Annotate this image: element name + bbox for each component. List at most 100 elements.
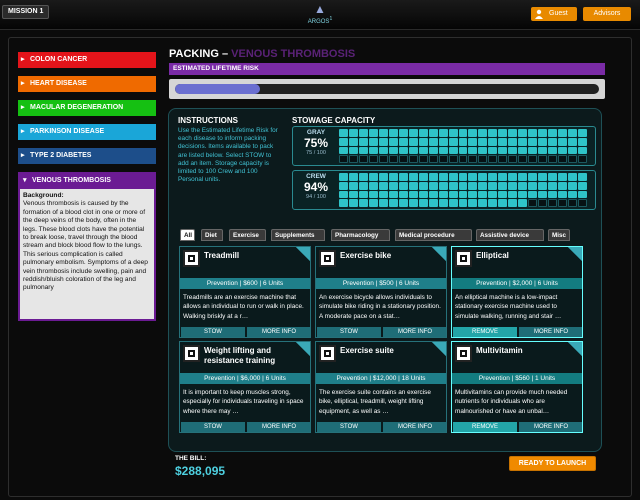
capacity-unit-filled bbox=[488, 129, 498, 137]
guest-button[interactable]: Guest bbox=[531, 7, 577, 21]
stow-button[interactable]: STOW bbox=[317, 422, 381, 432]
argos-logo: ▲ ARGOS1 bbox=[303, 2, 337, 25]
sidebar-item-parkinson-disease[interactable]: ▸ PARKINSON DISEASE bbox=[18, 124, 156, 140]
capacity-unit-filled bbox=[418, 181, 428, 190]
capacity-unit-filled bbox=[358, 137, 368, 146]
capacity-unit-filled bbox=[488, 190, 498, 199]
item-card-weight-lifting[interactable]: Weight lifting and resistance training P… bbox=[179, 341, 311, 433]
capacity-unit-filled bbox=[448, 173, 458, 181]
more-info-button[interactable]: MORE INFO bbox=[519, 327, 582, 337]
sidebar-item-type-2-diabetes[interactable]: ▸ TYPE 2 DIABETES bbox=[18, 148, 156, 164]
capacity-unit-filled bbox=[448, 137, 458, 146]
capacity-unit-empty bbox=[408, 155, 418, 163]
risk-label: ESTIMATED LIFETIME RISK bbox=[169, 63, 605, 75]
capacity-unit-filled bbox=[438, 173, 448, 181]
tab-diet[interactable]: Diet bbox=[201, 229, 223, 241]
crew-capacity-grid bbox=[339, 173, 587, 207]
disease-label: VENOUS THROMBOSIS bbox=[32, 177, 111, 184]
tab-misc[interactable]: Misc bbox=[548, 229, 570, 241]
capacity-unit-filled bbox=[548, 181, 558, 190]
capacity-unit-empty bbox=[358, 155, 368, 163]
more-info-button[interactable]: MORE INFO bbox=[383, 422, 446, 432]
active-disease-header[interactable]: ▾ VENOUS THROMBOSIS bbox=[20, 174, 154, 189]
capacity-count: 94 / 100 bbox=[306, 194, 326, 200]
risk-meter-fill bbox=[175, 84, 260, 94]
capacity-unit-empty bbox=[498, 155, 508, 163]
capacity-unit-filled bbox=[428, 129, 438, 137]
sidebar-item-colon-cancer[interactable]: ▸ COLON CANCER bbox=[18, 52, 156, 68]
item-card-exercise-suite[interactable]: Exercise suite Prevention | $12,000 | 18… bbox=[315, 341, 447, 433]
capacity-unit-filled bbox=[558, 146, 568, 155]
capacity-unit-filled bbox=[478, 129, 488, 137]
sidebar-item-macular-degeneration[interactable]: ▸ MACULAR DEGENERATION bbox=[18, 100, 156, 116]
capacity-unit-empty bbox=[378, 155, 388, 163]
tab-supplements[interactable]: Supplements bbox=[271, 229, 325, 241]
capacity-unit-filled bbox=[478, 146, 488, 155]
capacity-unit-empty bbox=[548, 155, 558, 163]
ready-to-launch-button[interactable]: READY TO LAUNCH bbox=[509, 456, 596, 471]
capacity-unit-filled bbox=[508, 190, 518, 199]
exercise-suite-icon bbox=[319, 345, 336, 362]
capacity-unit-filled bbox=[528, 137, 538, 146]
capacity-unit-filled bbox=[368, 190, 378, 199]
disease-label: COLON CANCER bbox=[30, 56, 88, 63]
capacity-unit-empty bbox=[488, 155, 498, 163]
item-card-multivitamin[interactable]: Multivitamin Prevention | $560 | 1 Units… bbox=[451, 341, 583, 433]
weight-lifting-icon bbox=[183, 345, 200, 362]
stow-button[interactable]: STOW bbox=[317, 327, 381, 337]
sidebar-item-venous-thrombosis[interactable]: ▾ VENOUS THROMBOSIS Background: Venous t… bbox=[18, 172, 156, 321]
tab-all[interactable]: All bbox=[180, 229, 195, 241]
disease-label: HEART DISEASE bbox=[30, 80, 87, 87]
more-info-button[interactable]: MORE INFO bbox=[247, 422, 310, 432]
stow-button[interactable]: STOW bbox=[181, 327, 245, 337]
capacity-unit-empty bbox=[508, 155, 518, 163]
capacity-unit-empty bbox=[528, 155, 538, 163]
elliptical-icon bbox=[455, 250, 472, 267]
argos-logo-icon: ▲ bbox=[314, 2, 326, 16]
remove-button[interactable]: REMOVE bbox=[453, 327, 517, 337]
user-icon bbox=[535, 9, 543, 19]
risk-meter-track bbox=[175, 84, 599, 94]
capacity-unit-empty bbox=[558, 155, 568, 163]
capacity-unit-filled bbox=[378, 199, 388, 207]
capacity-unit-filled bbox=[478, 199, 488, 207]
item-description: Treadmills are an exercise machine that … bbox=[183, 294, 304, 320]
capacity-unit-filled bbox=[458, 137, 468, 146]
tab-assistive-device[interactable]: Assistive device bbox=[476, 229, 544, 241]
capacity-unit-filled bbox=[348, 173, 358, 181]
capacity-unit-filled bbox=[358, 129, 368, 137]
capacity-unit-filled bbox=[378, 146, 388, 155]
item-card-elliptical[interactable]: Elliptical Prevention | $2,000 | 6 Units… bbox=[451, 246, 583, 338]
more-info-button[interactable]: MORE INFO bbox=[519, 422, 582, 432]
capacity-unit-filled bbox=[488, 173, 498, 181]
more-info-button[interactable]: MORE INFO bbox=[247, 327, 310, 337]
more-info-button[interactable]: MORE INFO bbox=[383, 327, 446, 337]
capacity-unit-filled bbox=[339, 146, 348, 155]
item-card-exercise-bike[interactable]: Exercise bike Prevention | $500 | 6 Unit… bbox=[315, 246, 447, 338]
tab-pharmacology[interactable]: Pharmacology bbox=[331, 229, 390, 241]
capacity-unit-filled bbox=[498, 137, 508, 146]
capacity-unit-filled bbox=[538, 137, 548, 146]
capacity-unit-filled bbox=[398, 146, 408, 155]
capacity-unit-filled bbox=[518, 146, 528, 155]
capacity-unit-filled bbox=[408, 146, 418, 155]
capacity-unit-filled bbox=[438, 181, 448, 190]
remove-button[interactable]: REMOVE bbox=[453, 422, 517, 432]
capacity-unit-filled bbox=[478, 181, 488, 190]
capacity-unit-filled bbox=[568, 190, 578, 199]
item-card-treadmill[interactable]: Treadmill Prevention | $600 | 6 Units Tr… bbox=[179, 246, 311, 338]
tab-medical-procedure[interactable]: Medical procedure bbox=[395, 229, 472, 241]
capacity-unit-empty bbox=[388, 155, 398, 163]
mission-button[interactable]: MISSION 1 bbox=[2, 5, 50, 19]
capacity-unit-filled bbox=[378, 190, 388, 199]
capacity-unit-filled bbox=[568, 181, 578, 190]
tab-exercise[interactable]: Exercise bbox=[229, 229, 266, 241]
crew-capacity: CREW 94% 94 / 100 bbox=[292, 170, 596, 210]
capacity-unit-empty bbox=[398, 155, 408, 163]
stow-button[interactable]: STOW bbox=[181, 422, 245, 432]
advisors-button[interactable]: Advisors bbox=[583, 7, 631, 21]
capacity-unit-filled bbox=[568, 173, 578, 181]
sidebar-item-heart-disease[interactable]: ▸ HEART DISEASE bbox=[18, 76, 156, 92]
capacity-unit-filled bbox=[408, 129, 418, 137]
capacity-unit-filled bbox=[458, 173, 468, 181]
